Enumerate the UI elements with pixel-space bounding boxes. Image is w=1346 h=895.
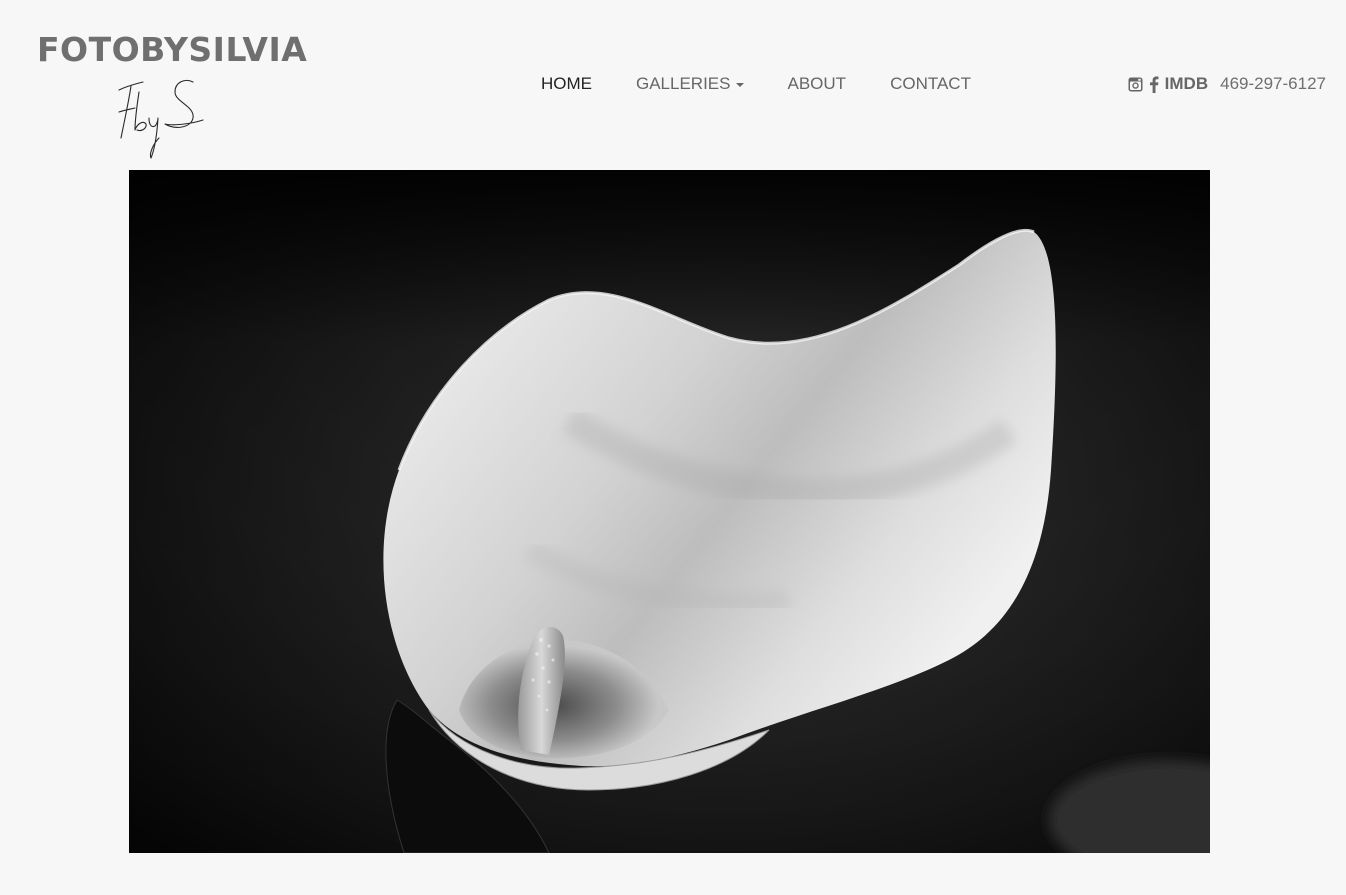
phone-number: 469-297-6127 xyxy=(1220,74,1326,93)
nav-about-link[interactable]: ABOUT xyxy=(788,72,847,96)
page: FOTOBYSILVIA HOME GALLERIES ABOUT CONTAC… xyxy=(0,0,1346,895)
imdb-link[interactable]: IMDB xyxy=(1165,72,1208,96)
social-links: IMDB 469-297-6127 xyxy=(1128,72,1326,96)
instagram-icon[interactable] xyxy=(1128,72,1143,96)
nav-contact-link[interactable]: CONTACT xyxy=(890,72,971,96)
brand-name[interactable]: FOTOBYSILVIA xyxy=(37,30,307,70)
main-nav: HOME GALLERIES ABOUT CONTACT xyxy=(541,72,971,96)
facebook-icon[interactable] xyxy=(1149,72,1159,96)
monogram-signature-icon xyxy=(118,79,204,159)
site-logo[interactable]: FOTOBYSILVIA xyxy=(37,30,307,160)
caret-down-icon xyxy=(735,83,744,87)
nav-home-link[interactable]: HOME xyxy=(541,72,592,96)
nav-galleries-dropdown[interactable]: GALLERIES xyxy=(636,72,744,96)
nav-galleries-label: GALLERIES xyxy=(636,74,731,93)
calla-lily-photo xyxy=(129,170,1210,853)
hero-image xyxy=(129,170,1210,853)
